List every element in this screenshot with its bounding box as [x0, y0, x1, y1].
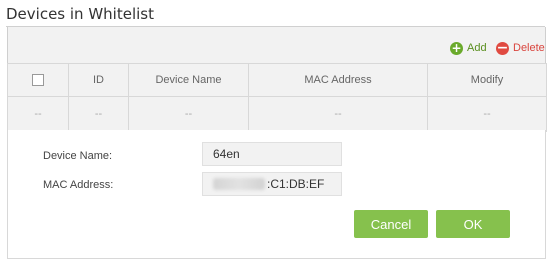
plus-circle-icon: +	[450, 40, 463, 55]
select-all-checkbox[interactable]	[32, 74, 44, 87]
table-row: -- -- -- -- --	[7, 96, 547, 132]
table-cell: --	[68, 96, 129, 132]
mac-address-input[interactable]: :C1:DB:EF	[202, 172, 342, 196]
add-button[interactable]: + Add	[450, 40, 487, 56]
page-title: Devices in Whitelist	[6, 5, 154, 23]
column-header-device-name: Device Name	[128, 63, 249, 97]
whitelist-table: ID Device Name MAC Address Modify -- -- …	[7, 63, 547, 132]
column-header-modify: Modify	[427, 63, 547, 97]
ok-button[interactable]: OK	[436, 210, 510, 238]
column-header-id: ID	[68, 63, 129, 97]
add-button-label: Add	[467, 42, 487, 54]
table-cell: --	[427, 96, 547, 132]
table-cell: --	[7, 96, 69, 132]
minus-circle-icon: −	[496, 39, 509, 56]
device-name-input[interactable]: 64en	[202, 142, 342, 166]
table-cell: --	[128, 96, 249, 132]
select-all-column	[7, 63, 69, 97]
device-name-label: Device Name:	[43, 150, 113, 162]
mac-address-label: MAC Address:	[43, 179, 114, 191]
delete-button[interactable]: − Delete	[496, 40, 545, 56]
delete-button-label: Delete	[513, 42, 545, 54]
table-header-row: ID Device Name MAC Address Modify	[7, 63, 547, 97]
table-cell: --	[248, 96, 428, 132]
mac-address-value: :C1:DB:EF	[267, 177, 325, 191]
add-device-form: Device Name: 64en MAC Address: :C1:DB:EF…	[7, 130, 546, 259]
device-name-value: 64en	[213, 147, 240, 161]
column-header-mac-address: MAC Address	[248, 63, 428, 97]
table-toolbar: + Add − Delete	[7, 27, 546, 63]
redacted-mac-prefix	[213, 178, 265, 190]
cancel-button[interactable]: Cancel	[354, 210, 428, 238]
